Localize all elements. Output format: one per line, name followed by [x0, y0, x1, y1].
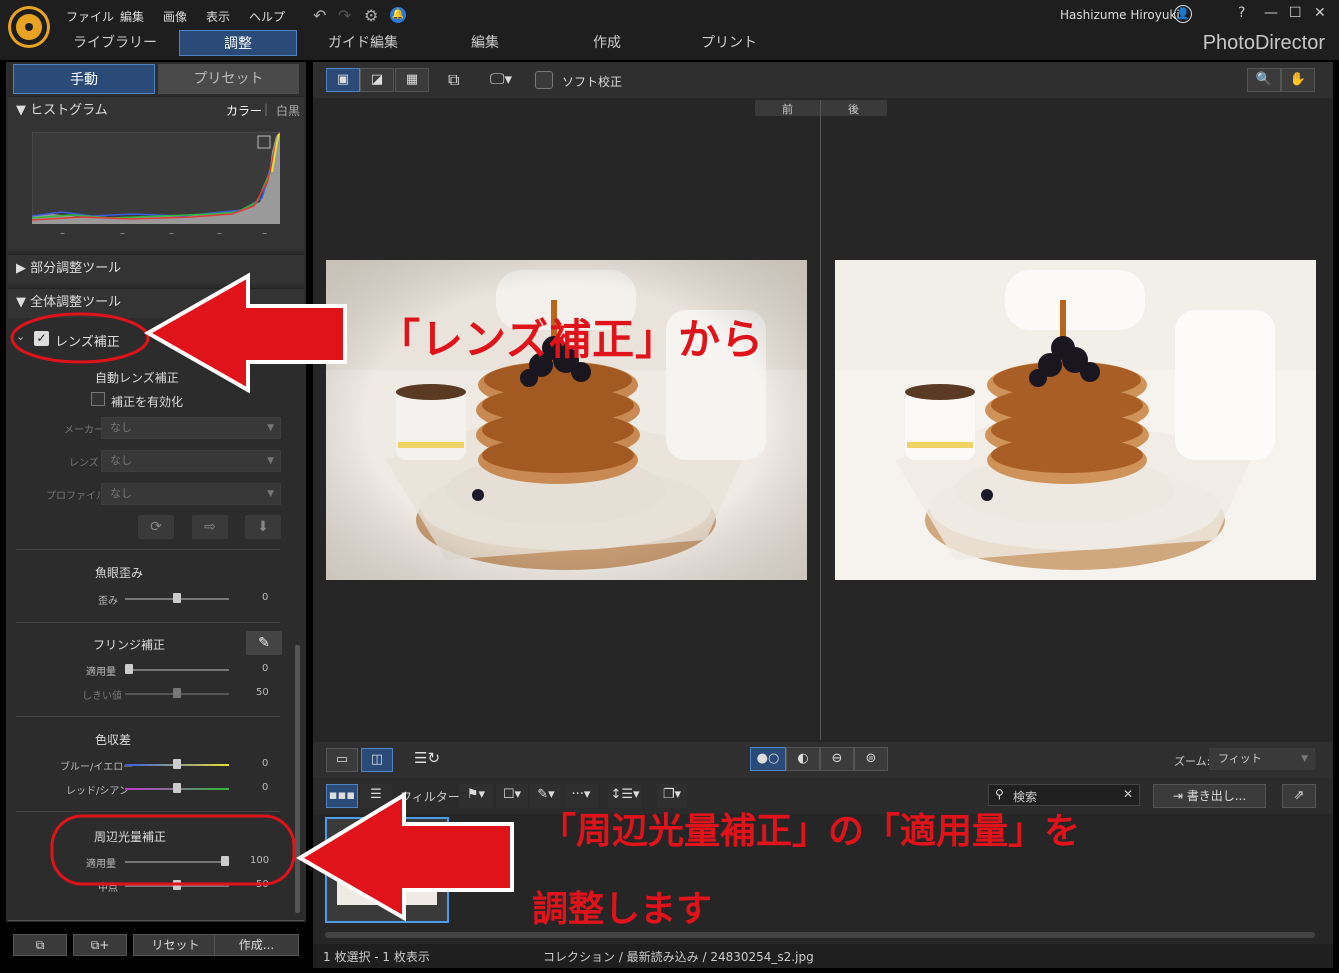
vignette-highlight-box — [50, 814, 296, 886]
lens-callout: 「レンズ補正」から — [378, 315, 765, 364]
vignette-callout-line1: 「周辺光量補正」の「適用量」を — [540, 811, 1081, 852]
vignette-callout-line2: 調整します — [532, 889, 713, 930]
vignette-arrow — [296, 791, 514, 922]
lens-highlight-ellipse — [10, 312, 150, 364]
lens-arrow — [143, 272, 347, 394]
